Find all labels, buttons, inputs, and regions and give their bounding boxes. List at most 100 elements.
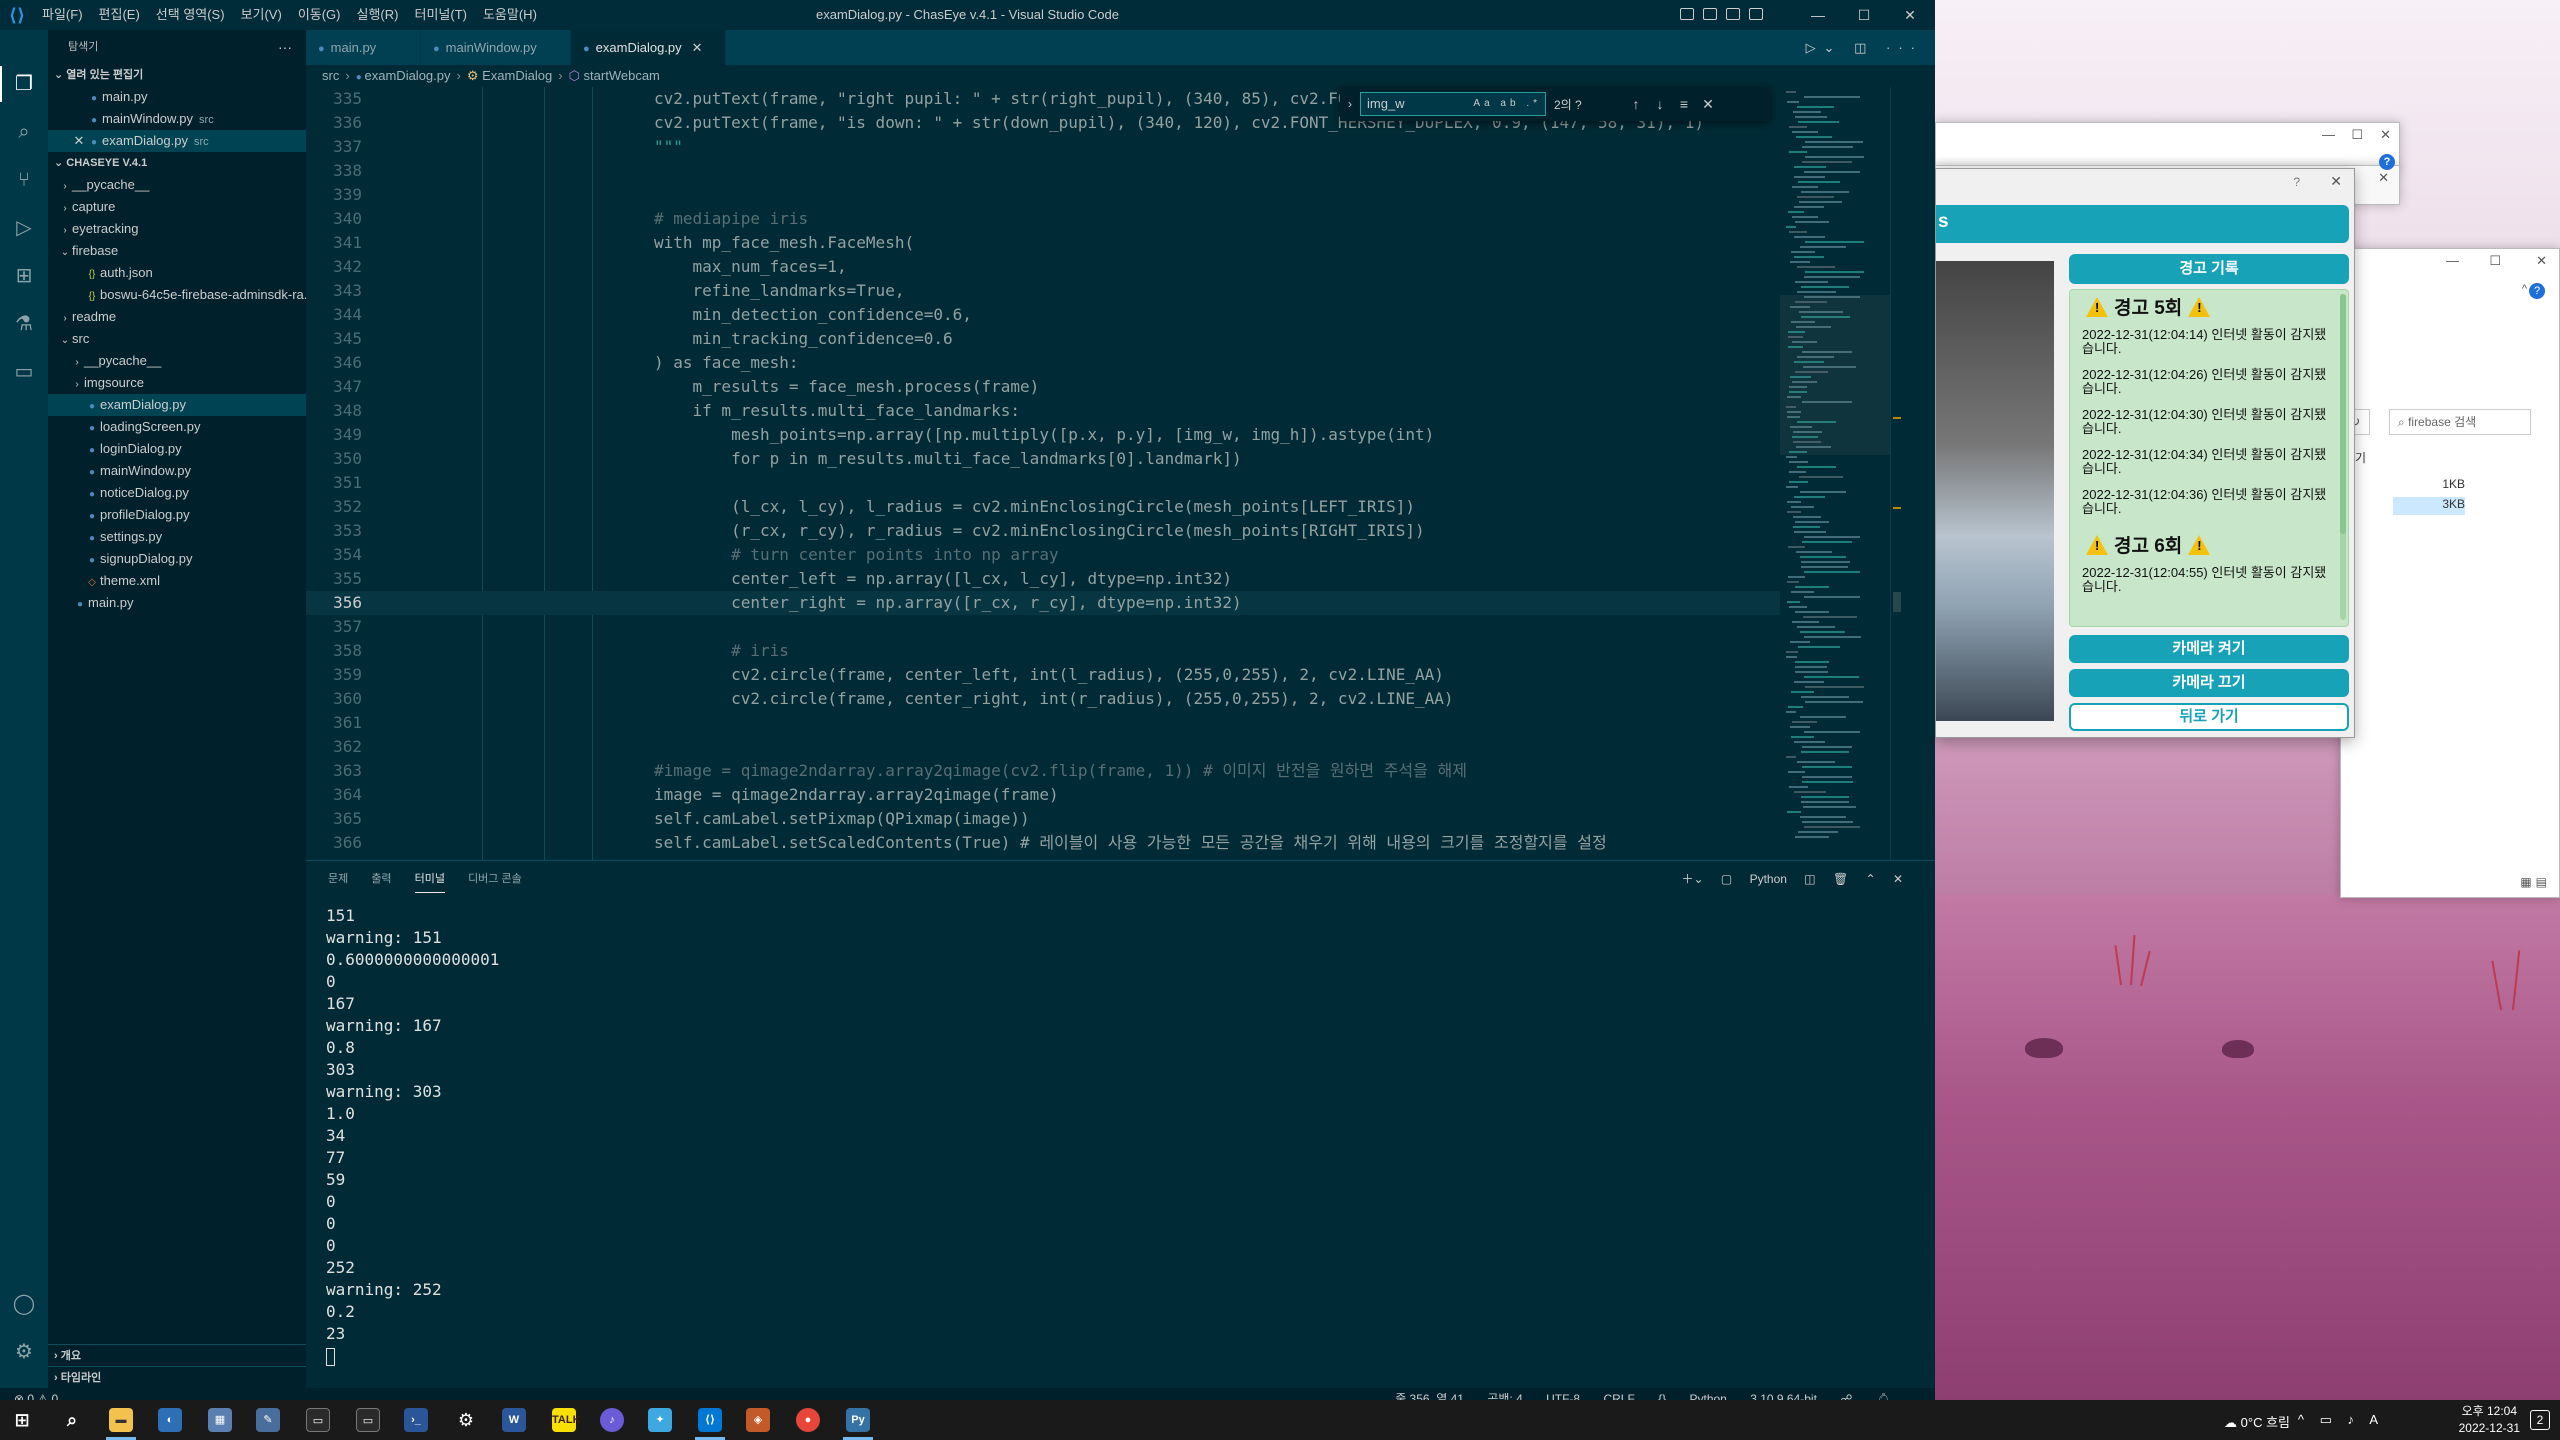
file-tree-item[interactable]: ● examDialog.py [48,394,306,416]
file-tree-item[interactable]: › readme [48,306,306,328]
vscode-taskbar-icon[interactable]: ⟨⟩ [698,1408,722,1432]
code-line[interactable]: 347 m_results = face_mesh.process(frame) [306,375,1780,399]
toggle-panel-icon[interactable] [1703,8,1717,20]
close-tab-icon[interactable]: ✕ [692,40,703,55]
view-toggle-icon[interactable]: ▦▤ [2520,875,2551,889]
code-line[interactable]: 344 min_detection_confidence=0.6, [306,303,1780,327]
testing-icon[interactable]: ⚗ [12,312,36,336]
bird-app-icon[interactable]: ✦ [648,1408,672,1432]
notepad-icon[interactable]: ✎ [256,1408,280,1432]
tab-mainwindow-py[interactable]: ● mainWindow.py [421,30,571,65]
python-interpreter[interactable]: 3.10.9 64-bit [1750,1392,1817,1400]
app-icon[interactable]: ◐ [158,1408,182,1432]
file-explorer-icon[interactable]: ▬ [109,1408,133,1432]
explorer-icon[interactable]: ❐ [12,72,36,96]
python-icon[interactable]: Py [846,1408,870,1432]
clock[interactable]: 오후 12:04 2022-12-31 [2459,1403,2520,1437]
split-terminal-icon[interactable]: ◫ [1804,872,1815,886]
help-icon[interactable]: ? [2529,283,2545,299]
encoding[interactable]: UTF-8 [1546,1392,1580,1400]
tab-examdialog-py[interactable]: ● examDialog.py ✕ [571,30,726,65]
tab-output[interactable]: 출력 [371,861,391,897]
toggle-secondary-sidebar-icon[interactable] [1726,8,1740,20]
ime-indicator[interactable]: A [2369,1412,2378,1427]
remote-explorer-icon[interactable]: ▭ [12,360,36,384]
notifications-bell-icon[interactable]: 🔔︎ [1876,1392,1891,1400]
menu-go[interactable]: 이동(G) [290,0,349,30]
language-mode[interactable]: {} Python [1658,1392,1727,1400]
minimap-slider[interactable] [1780,295,1890,455]
run-debug-icon[interactable]: ▷ [12,216,36,240]
code-line[interactable]: 353 (r_cx, r_cy), r_radius = cv2.minEncl… [306,519,1780,543]
tab-debug-console[interactable]: 디버그 콘솔 [468,861,522,897]
warning-log-list[interactable]: 경고 5회 2022-12-31(12:04:14) 인터넷 활동이 감지됐습니… [2069,289,2349,627]
minimize-icon[interactable]: — [1795,0,1841,30]
code-line[interactable]: 341 with mp_face_mesh.FaceMesh( [306,231,1780,255]
maximize-icon[interactable]: ☐ [2351,127,2363,143]
background-window[interactable]: — ☐ ✕ [1935,122,2400,170]
tray-icons[interactable]: ^ ▭ ♪ [2298,1412,2360,1428]
file-size[interactable]: 3KB [2393,497,2465,515]
toggle-sidebar-icon[interactable] [1680,8,1694,20]
code-line[interactable]: 352 (l_cx, l_cy), l_radius = cv2.minEncl… [306,495,1780,519]
extensions-icon[interactable]: ⊞ [12,264,36,288]
code-line[interactable]: 345 min_tracking_confidence=0.6 [306,327,1780,351]
close-icon[interactable]: ✕ [2380,127,2391,143]
kill-terminal-icon[interactable]: 🗑 [1833,872,1848,886]
code-line[interactable]: 343 refine_landmarks=True, [306,279,1780,303]
code-line[interactable]: 351 [306,471,1780,495]
camera-off-button[interactable]: 카메라 끄기 [2069,669,2349,697]
file-tree-item[interactable]: {} boswu-64c5e-firebase-adminsdk-ra... [48,284,306,306]
code-line[interactable]: 337 """ [306,135,1780,159]
terminal-output[interactable]: 151 warning: 151 0.6000000000000001 0 167 war… [306,897,1935,1367]
find-options-icon[interactable]: Aa ab .* [1473,93,1541,115]
file-tree-item[interactable]: ● signupDialog.py [48,548,306,570]
more-actions-icon[interactable]: ··· [1886,40,1923,55]
minimize-icon[interactable]: — [2446,253,2459,268]
file-tree-item[interactable]: ● mainWindow.py [48,460,306,482]
breadcrumb-item[interactable]: src [322,68,339,83]
scrollbar-thumb[interactable] [1893,592,1901,612]
settings-gear-icon[interactable]: ⚙ [454,1408,478,1432]
cursor-position[interactable]: 줄 356, 열 41 [1395,1392,1464,1400]
code-editor[interactable]: 335 cv2.putText(frame, "right pupil: " + … [306,87,1780,860]
code-line[interactable]: 350 for p in m_results.multi_face_landma… [306,447,1780,471]
menu-view[interactable]: 보기(V) [233,0,290,30]
close-panel-icon[interactable]: ✕ [1893,872,1903,886]
maximize-panel-icon[interactable]: ⌃ [1866,872,1876,886]
code-line[interactable]: 346) as face_mesh: [306,351,1780,375]
weather-widget[interactable]: ☁ 0°C 흐림 [2224,1412,2290,1431]
run-python-icon[interactable]: ▷⌄ [1806,40,1843,55]
file-tree-item[interactable]: ⌄ src [48,328,306,350]
code-line[interactable]: 355 center_left = np.array([l_cx, l_cy],… [306,567,1780,591]
new-terminal-icon[interactable]: ＋⌄ [1681,872,1703,886]
code-line[interactable]: 340 # mediapipe iris [306,207,1780,231]
code-line[interactable]: 361 [306,711,1780,735]
minimize-icon[interactable]: — [2322,127,2335,142]
toggle-replace-icon[interactable]: › [1340,97,1360,111]
terminal-icon[interactable]: ▭ [306,1408,330,1432]
code-line[interactable]: 358 # iris [306,639,1780,663]
account-icon[interactable]: ◯ [12,1292,36,1316]
indentation[interactable]: 공백: 4 [1487,1392,1522,1400]
code-line[interactable]: 356 center_right = np.array([r_cx, r_cy]… [306,591,1780,615]
close-editor-icon[interactable]: ✕ [72,130,86,152]
scrollbar-thumb[interactable] [2340,294,2346,534]
code-line[interactable]: 360 cv2.circle(frame, center_right, int(… [306,687,1780,711]
code-line[interactable]: 339 [306,183,1780,207]
minimap[interactable] [1780,87,1890,860]
file-tree-item[interactable]: › __pycache__ [48,350,306,372]
timeline-header[interactable]: › 타임라인 [48,1366,306,1388]
file-tree-item[interactable]: ⌄ firebase [48,240,306,262]
menu-selection[interactable]: 선택 영역(S) [148,0,233,30]
chrome-icon[interactable]: ● [796,1408,820,1432]
split-editor-icon[interactable]: ◫ [1854,40,1874,55]
code-line[interactable]: 357 [306,615,1780,639]
file-tree-item[interactable]: ◇ theme.xml [48,570,306,592]
terminal-prompt[interactable] [326,1345,1935,1367]
code-line[interactable]: 366 self.camLabel.setScaledContents(True)… [306,831,1780,855]
problems-status[interactable]: ⊗ 0 ⚠ 0 [14,1388,58,1400]
explorer-search-input[interactable]: ⌕ firebase 검색 [2389,409,2531,435]
file-tree-item[interactable]: › imgsource [48,372,306,394]
open-editors-header[interactable]: ⌄ 열려 있는 편집기 [48,64,306,86]
